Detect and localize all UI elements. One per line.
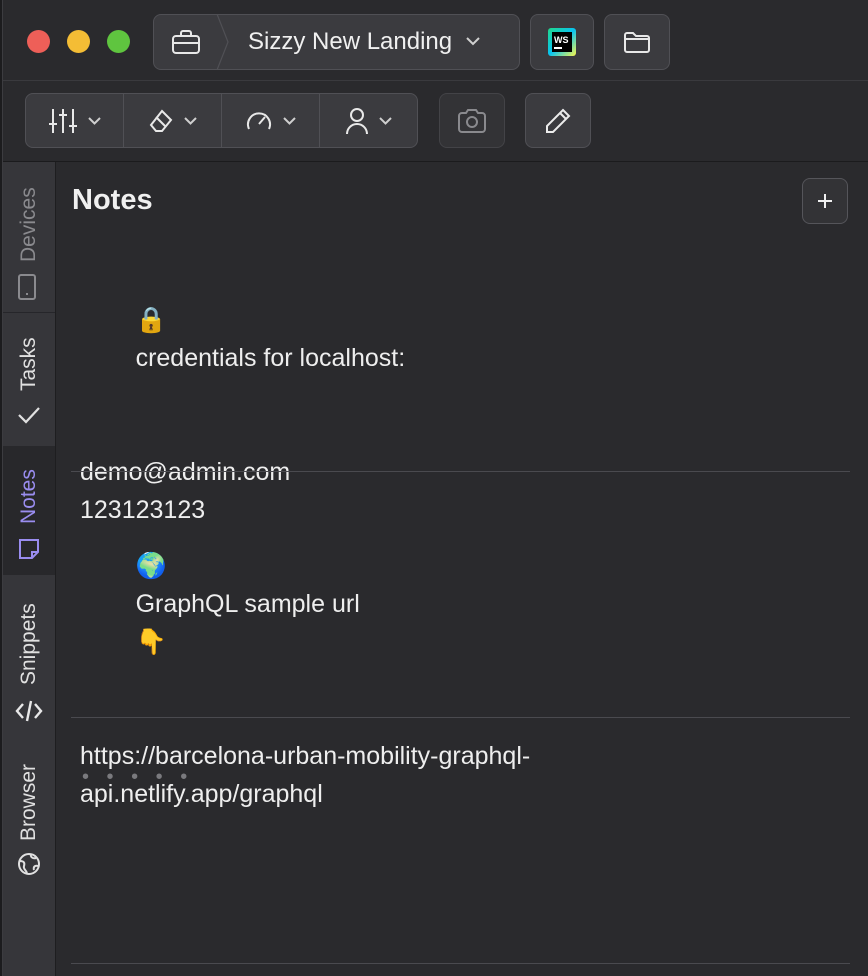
pointing-down-emoji: 👇 xyxy=(135,627,167,656)
app-window: Sizzy New Landing WS Devices Tasks Notes… xyxy=(2,0,868,976)
sidebar-item-devices[interactable]: Devices xyxy=(3,162,55,312)
title-bar: Sizzy New Landing WS xyxy=(3,0,868,81)
webstorm-button[interactable]: WS xyxy=(530,14,594,70)
note-line: https://barcelona-urban-mobility-graphql… xyxy=(80,742,531,770)
note-heading: credentials for localhost: xyxy=(135,344,406,372)
sidebar-item-label: Devices xyxy=(17,187,40,262)
chevron-down-icon xyxy=(88,116,101,125)
note-line: demo@admin.com xyxy=(80,458,291,486)
svg-text:WS: WS xyxy=(554,35,569,45)
note-item[interactable]: 🔒 credentials for localhost: demo@admin.… xyxy=(80,263,840,529)
breadcrumb-separator xyxy=(216,14,229,70)
page-title: Notes xyxy=(72,184,153,216)
sidebar-item-tasks[interactable]: Tasks xyxy=(3,313,55,446)
note-divider xyxy=(71,963,850,964)
lock-emoji: 🔒 xyxy=(135,305,167,334)
user-icon xyxy=(346,107,368,134)
folder-icon xyxy=(624,32,650,53)
sidebar-item-label: Notes xyxy=(17,469,40,524)
eraser-icon xyxy=(149,108,173,132)
note-divider xyxy=(71,717,850,718)
screenshot-button[interactable] xyxy=(439,93,505,148)
code-icon xyxy=(15,699,43,728)
user-menu-button[interactable] xyxy=(320,94,417,147)
edit-button[interactable] xyxy=(525,93,591,148)
notes-panel: Notes 🔒 credentials for localhost: demo@… xyxy=(56,162,868,976)
check-icon xyxy=(17,405,41,430)
note-line: api.netlify.app/graphql xyxy=(80,780,323,808)
note-divider xyxy=(71,471,850,472)
chevron-down-icon xyxy=(466,33,480,51)
zoom-window-button[interactable] xyxy=(107,30,130,53)
pencil-icon xyxy=(546,108,571,133)
sidebar-item-label: Tasks xyxy=(17,337,40,391)
webstorm-icon: WS xyxy=(548,28,576,56)
plus-icon xyxy=(818,194,832,208)
sidebar-item-label: Snippets xyxy=(17,603,40,685)
settings-menu-button[interactable] xyxy=(26,94,124,147)
chevron-down-icon xyxy=(283,116,296,125)
sidebar-rail: Devices Tasks Notes Snippets Browser xyxy=(3,162,56,976)
note-item[interactable]: 🌍 GraphQL sample url 👇 https://barcelona… xyxy=(80,509,840,813)
note-heading: GraphQL sample url xyxy=(135,590,360,618)
style-menu-button[interactable] xyxy=(124,94,222,147)
close-window-button[interactable] xyxy=(27,30,50,53)
camera-icon xyxy=(458,108,486,133)
sliders-icon xyxy=(49,108,77,133)
globe-emoji: 🌍 xyxy=(135,551,167,580)
gauge-icon xyxy=(247,111,271,129)
briefcase-icon xyxy=(154,15,218,69)
project-selector[interactable]: Sizzy New Landing xyxy=(153,14,520,70)
chevron-down-icon xyxy=(184,116,197,125)
toolbar-group xyxy=(25,93,418,148)
minimize-window-button[interactable] xyxy=(67,30,90,53)
performance-menu-button[interactable] xyxy=(222,94,320,147)
globe-icon xyxy=(17,852,41,881)
phone-icon xyxy=(17,274,37,305)
sidebar-item-notes[interactable]: Notes xyxy=(3,446,55,575)
sidebar-item-snippets[interactable]: Snippets xyxy=(3,575,55,735)
empty-note-placeholder[interactable]: • • • • • xyxy=(82,766,193,789)
chevron-down-icon xyxy=(379,116,392,125)
sidebar-item-browser[interactable]: Browser xyxy=(3,735,55,885)
sidebar-item-label: Browser xyxy=(17,763,40,841)
open-folder-button[interactable] xyxy=(604,14,670,70)
project-name: Sizzy New Landing xyxy=(248,28,453,55)
sticky-note-icon xyxy=(17,537,41,566)
add-note-button[interactable] xyxy=(802,178,848,224)
